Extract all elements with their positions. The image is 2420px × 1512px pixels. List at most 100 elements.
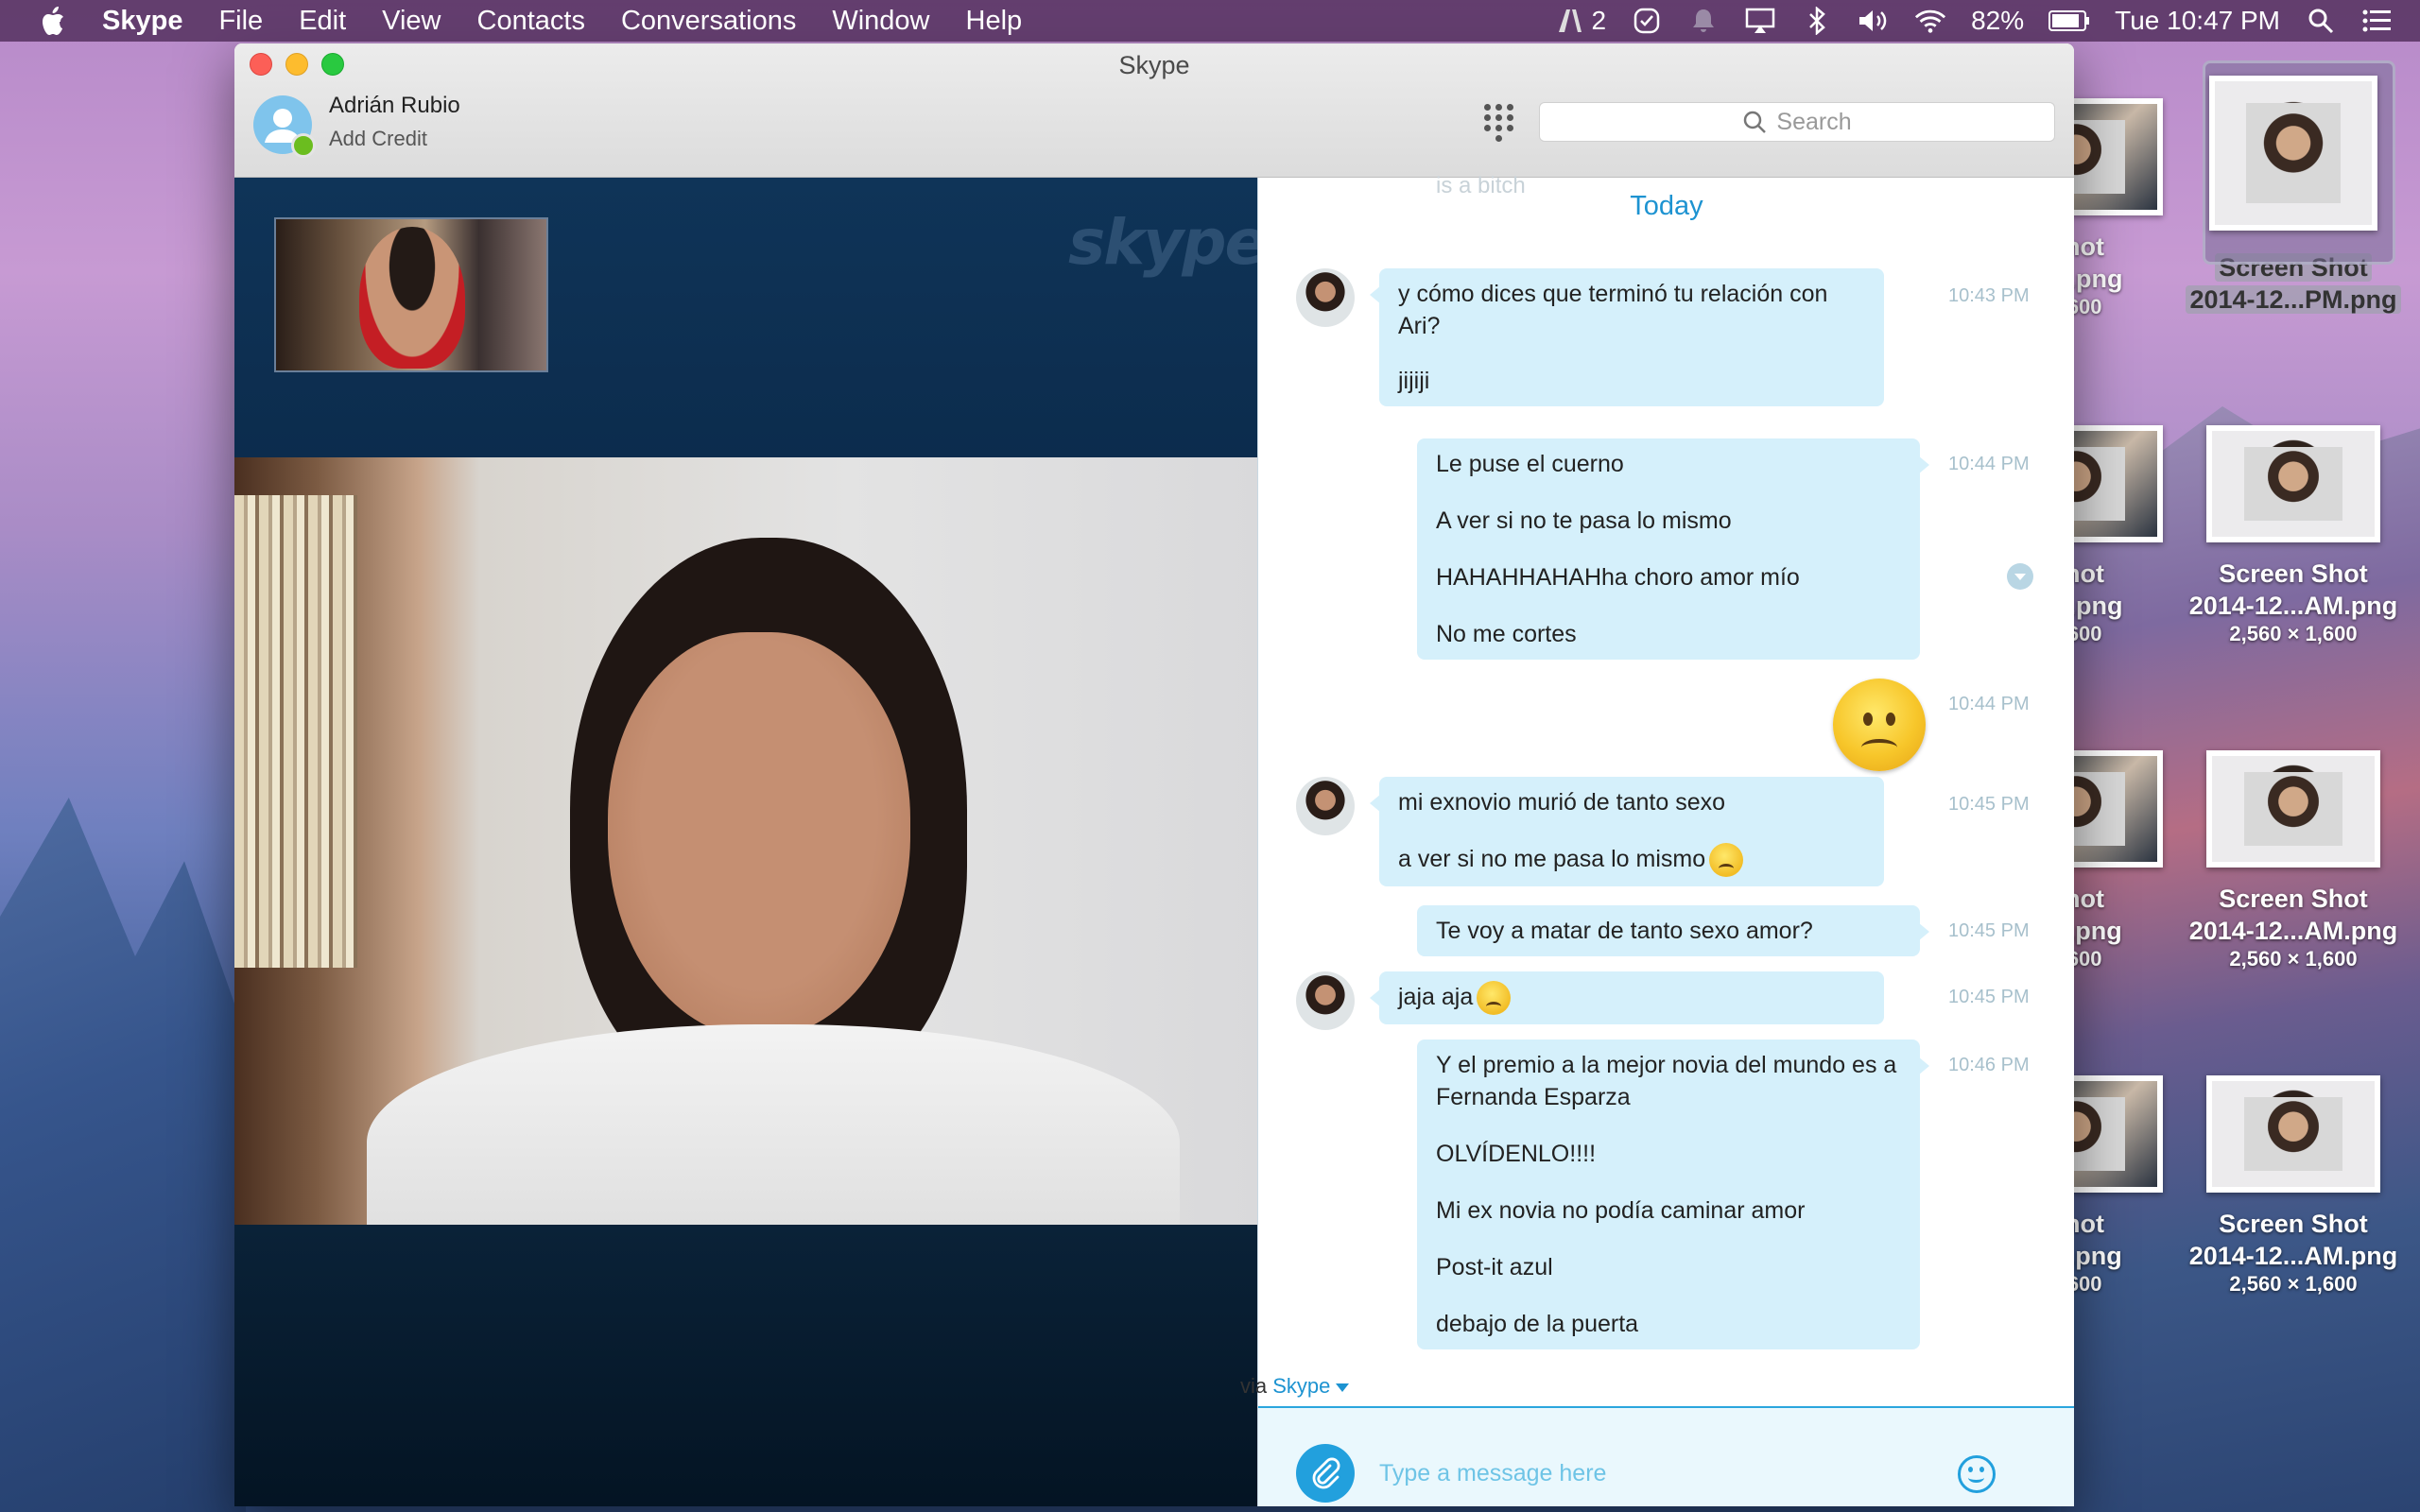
message-text: OLVÍDENLO!!!! <box>1436 1141 1597 1167</box>
menu-view[interactable]: View <box>382 6 441 37</box>
file-thumbnail <box>2206 750 2380 868</box>
date-header: Today <box>1630 191 1703 221</box>
remote-video-feed[interactable] <box>234 457 1257 1225</box>
incoming-message-bubble[interactable]: mi exnovio murió de tanto sexo a ver si … <box>1370 777 1884 887</box>
message-timestamp: 10:44 PM <box>1948 694 2030 714</box>
message-text: a ver si no me pasa lo mismo <box>1398 843 1865 878</box>
emoticon-picker-icon[interactable] <box>1958 1455 1996 1493</box>
message-text: debajo de la puerta <box>1436 1311 1639 1337</box>
file-thumbnail <box>2206 1075 2380 1193</box>
file-dimensions: 2,560 × 1,600 <box>2229 947 2358 971</box>
search-placeholder: Search <box>1776 108 1852 135</box>
chat-pane: is a bitch Today y cómo dices que termin… <box>1257 173 2074 1506</box>
search-icon <box>1744 111 1767 133</box>
file-thumbnail <box>2206 425 2380 542</box>
volume-icon[interactable] <box>1858 7 1890 35</box>
adobe-icon <box>1554 7 1586 35</box>
desktop-file-icon-selected[interactable]: Screen Shot 2014-12...PM.png <box>2180 60 2407 316</box>
message-text: A ver si no te pasa lo mismo <box>1436 507 1732 534</box>
self-view-video[interactable] <box>274 217 548 372</box>
message-text: Y el premio a la mejor novia del mundo e… <box>1436 1052 1897 1110</box>
outgoing-message-bubble[interactable]: Te voy a matar de tanto sexo amor? <box>1417 905 1929 956</box>
menu-contacts[interactable]: Contacts <box>477 6 585 37</box>
video-footer-area <box>234 1225 1257 1506</box>
search-field[interactable]: Search <box>1539 102 2055 142</box>
file-dimensions: 2,560 × 1,600 <box>2229 622 2358 645</box>
contact-avatar[interactable] <box>1296 971 1355 1030</box>
mountain-left <box>0 798 246 1512</box>
wifi-icon[interactable] <box>1914 7 1946 35</box>
attach-file-button[interactable] <box>1296 1444 1355 1503</box>
message-text: jaja aja <box>1398 981 1865 1016</box>
message-timestamp: 10:43 PM <box>1948 285 2030 306</box>
battery-percent: 82% <box>1971 6 2025 35</box>
file-dimensions: 2,560 × 1,600 <box>2229 1272 2358 1296</box>
message-text: Te voy a matar de tanto sexo amor? <box>1436 918 1813 944</box>
outgoing-message-bubble[interactable]: Y el premio a la mejor novia del mundo e… <box>1417 1040 1929 1349</box>
menu-window[interactable]: Window <box>832 6 929 37</box>
message-timestamp: 10:46 PM <box>1948 1055 2030 1075</box>
worried-face-emoticon-icon <box>1709 843 1744 878</box>
contact-avatar[interactable] <box>1296 268 1355 327</box>
contact-avatar[interactable] <box>1296 777 1355 835</box>
menu-bar: Skype File Edit View Contacts Conversati… <box>0 0 2420 42</box>
skype-logo: skype <box>1068 206 1267 279</box>
message-timestamp: 10:45 PM <box>1948 987 2030 1007</box>
outgoing-message-bubble[interactable]: Le puse el cuerno A ver si no te pasa lo… <box>1417 438 1929 660</box>
menu-help[interactable]: Help <box>966 6 1023 37</box>
desktop-file-icon[interactable]: Screen Shot 2014-12...AM.png 2,560 × 1,60… <box>2180 425 2407 646</box>
window-title: Skype <box>1118 51 1190 79</box>
profile-avatar[interactable] <box>253 95 316 158</box>
message-text: Post-it azul <box>1436 1254 1553 1280</box>
video-call-pane[interactable]: skype <box>234 178 1267 1506</box>
spotlight-search-icon[interactable] <box>2305 7 2337 35</box>
message-input[interactable] <box>1379 1444 1852 1503</box>
add-credit-link[interactable]: Add Credit <box>329 127 427 151</box>
message-text: Mi ex novia no podía caminar amor <box>1436 1197 1806 1224</box>
incoming-message-bubble[interactable]: jaja aja <box>1370 971 1884 1025</box>
notification-center-icon[interactable] <box>2361 7 2394 35</box>
message-text: Le puse el cuerno <box>1436 451 1624 477</box>
menu-app-name[interactable]: Skype <box>102 6 182 37</box>
via-label: via Skype <box>1240 1374 1350 1399</box>
notification-bell-icon[interactable] <box>1687 7 1720 35</box>
file-name: Screen Shot 2014-12...AM.png <box>2188 885 2398 945</box>
adobe-status-item[interactable]: 2 <box>1554 6 1607 36</box>
battery-icon[interactable] <box>2048 7 2090 35</box>
via-text: via <box>1240 1374 1268 1398</box>
file-thumbnail <box>2209 76 2377 231</box>
message-text: No me cortes <box>1436 621 1577 647</box>
message-timestamp: 10:45 PM <box>1948 794 2030 815</box>
worried-face-emoticon-icon <box>1833 679 1926 771</box>
chevron-down-icon[interactable] <box>1336 1383 1350 1392</box>
worried-face-emoticon-icon <box>1477 981 1512 1016</box>
airplay-icon[interactable] <box>1744 7 1776 35</box>
menu-conversations[interactable]: Conversations <box>621 6 796 37</box>
incoming-message-bubble[interactable]: y cómo dices que terminó tu relación con… <box>1370 268 1884 406</box>
bluetooth-icon[interactable] <box>1801 7 1833 35</box>
desktop-file-icon[interactable]: Screen Shot 2014-12...AM.png 2,560 × 1,60… <box>2180 1075 2407 1297</box>
skype-window: Skype Adrián Rubio Add Credit Search sky… <box>234 43 2074 1506</box>
desktop-file-icon[interactable]: Screen Shot 2014-12...AM.png 2,560 × 1,60… <box>2180 750 2407 971</box>
video-header-area: skype <box>234 178 1267 457</box>
dial-pad-icon[interactable] <box>1484 104 1514 142</box>
notification-count: 2 <box>1591 6 1607 35</box>
profile-name[interactable]: Adrián Rubio <box>329 93 460 119</box>
message-text: mi exnovio murió de tanto sexo <box>1398 789 1726 816</box>
paperclip-icon <box>1312 1457 1340 1489</box>
message-text: HAHAHHAHAHha choro amor mío <box>1436 564 1800 591</box>
online-status-icon <box>291 133 316 158</box>
file-name: Screen Shot 2014-12...AM.png <box>2188 1210 2398 1270</box>
message-text: y cómo dices que terminó tu relación con… <box>1398 281 1828 339</box>
via-skype-link[interactable]: Skype <box>1272 1374 1330 1398</box>
menu-edit[interactable]: Edit <box>299 6 346 37</box>
message-text: jijiji <box>1398 368 1430 394</box>
apple-menu-icon[interactable] <box>36 5 74 37</box>
message-timestamp: 10:44 PM <box>1948 454 2030 474</box>
menu-file[interactable]: File <box>218 6 263 37</box>
message-options-chevron-icon[interactable] <box>2007 563 2033 590</box>
checkmark-circle-icon[interactable] <box>1631 7 1663 35</box>
menubar-clock[interactable]: Tue 10:47 PM <box>2115 6 2280 36</box>
file-name: Screen Shot 2014-12...AM.png <box>2188 559 2398 620</box>
window-toolbar: Skype Adrián Rubio Add Credit Search <box>234 43 2074 178</box>
